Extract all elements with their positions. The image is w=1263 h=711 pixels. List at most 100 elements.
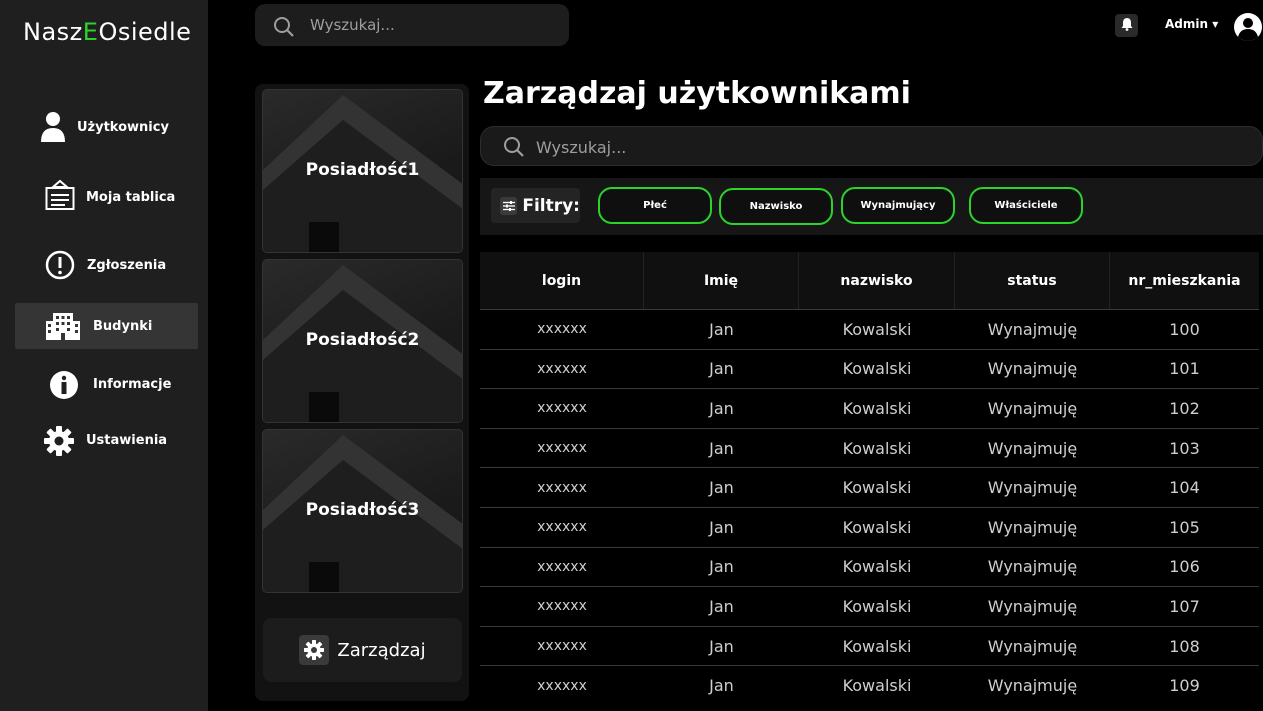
- cell-login: xxxxxx: [537, 638, 587, 655]
- gear-icon: [44, 426, 74, 456]
- cell-login: xxxxxx: [537, 440, 587, 457]
- logo-accent: E: [82, 18, 99, 46]
- cell-first-name: Jan: [709, 676, 734, 696]
- cell-login: xxxxxx: [537, 519, 587, 536]
- user-menu-dropdown[interactable]: Admin ▾: [1165, 17, 1218, 31]
- sidebar: NaszEOsiedle Użytkownicy Moja tablica Zg…: [0, 0, 208, 711]
- cell-apartment: 108: [1169, 636, 1200, 656]
- cell-apartment: 107: [1169, 596, 1200, 616]
- sidebar-item-label: Budynki: [93, 318, 153, 334]
- cell-status: Wynajmuję: [987, 557, 1078, 577]
- cell-apartment: 104: [1169, 478, 1200, 498]
- cell-surname: Kowalski: [842, 478, 912, 498]
- filters-label[interactable]: Filtry:: [491, 188, 580, 223]
- column-header-first-name[interactable]: Imię: [644, 252, 799, 309]
- top-search-bar[interactable]: [255, 4, 569, 46]
- table-row[interactable]: xxxxxx Jan Kowalski Wynajmuję 104: [480, 467, 1259, 507]
- top-search-input[interactable]: [310, 12, 550, 38]
- cell-status: Wynajmuję: [987, 676, 1078, 696]
- sidebar-item-board[interactable]: Moja tablica: [15, 174, 198, 220]
- app-logo[interactable]: NaszEOsiedle: [23, 18, 191, 46]
- cell-status: Wynajmuję: [987, 398, 1078, 418]
- manage-button[interactable]: Zarządzaj: [263, 618, 462, 682]
- filter-chip-gender[interactable]: Płeć: [598, 187, 712, 224]
- sidebar-item-label: Zgłoszenia: [87, 257, 167, 273]
- cell-status: Wynajmuję: [987, 478, 1078, 498]
- cell-first-name: Jan: [709, 596, 734, 616]
- user-icon: [40, 111, 66, 143]
- property-card[interactable]: Posiadłość3: [262, 429, 463, 593]
- cell-first-name: Jan: [709, 398, 734, 418]
- cell-login: xxxxxx: [537, 400, 587, 417]
- cell-status: Wynajmuję: [987, 517, 1078, 537]
- table-row[interactable]: xxxxxx Jan Kowalski Wynajmuję 106: [480, 546, 1259, 587]
- table-row[interactable]: xxxxxx Jan Kowalski Wynajmuję 107: [480, 586, 1259, 626]
- table-row[interactable]: xxxxxx Jan Kowalski Wynajmuję 102: [480, 388, 1259, 428]
- cell-status: Wynajmuję: [987, 596, 1078, 616]
- property-label: Posiadłość2: [305, 330, 420, 350]
- cell-surname: Kowalski: [842, 359, 912, 379]
- cell-surname: Kowalski: [842, 636, 912, 656]
- cell-login: xxxxxx: [537, 321, 587, 338]
- filter-chip-tenants[interactable]: Wynajmujący: [841, 187, 955, 224]
- filters-bar: Filtry: Płeć Nazwisko Wynajmujący Właści…: [480, 178, 1263, 235]
- cell-status: Wynajmuję: [987, 438, 1078, 458]
- cell-surname: Kowalski: [842, 557, 912, 577]
- table-row[interactable]: xxxxxx Jan Kowalski Wynajmuję 100: [480, 309, 1259, 349]
- sliders-icon: [500, 196, 518, 215]
- cell-status: Wynajmuję: [987, 359, 1078, 379]
- filter-chip-owners[interactable]: Właściciele: [969, 187, 1083, 224]
- cell-apartment: 106: [1169, 557, 1200, 577]
- table-header: login Imię nazwisko status nr_mieszkania: [480, 252, 1259, 309]
- cell-login: xxxxxx: [537, 558, 587, 575]
- alert-icon: [45, 250, 75, 280]
- cell-status: Wynajmuję: [987, 636, 1078, 656]
- users-table: login Imię nazwisko status nr_mieszkania…: [480, 252, 1259, 705]
- property-card[interactable]: Posiadłość1: [262, 89, 463, 253]
- logo-suffix: Osiedle: [98, 18, 192, 46]
- page-title: Zarządzaj użytkownikami: [483, 76, 911, 111]
- user-search-input[interactable]: [536, 134, 1136, 160]
- cell-apartment: 109: [1169, 676, 1200, 696]
- property-card[interactable]: Posiadłość2: [262, 259, 463, 423]
- cell-apartment: 105: [1169, 517, 1200, 537]
- filters-label-text: Filtry:: [522, 195, 580, 216]
- cell-status: Wynajmuję: [987, 319, 1078, 339]
- cell-login: xxxxxx: [537, 479, 587, 496]
- board-icon: [45, 179, 75, 211]
- table-row[interactable]: xxxxxx Jan Kowalski Wynajmuję 109: [480, 665, 1259, 705]
- column-header-apartment[interactable]: nr_mieszkania: [1110, 252, 1259, 309]
- column-header-status[interactable]: status: [955, 252, 1110, 309]
- sidebar-item-label: Informacje: [93, 376, 172, 392]
- search-icon: [503, 136, 525, 162]
- notifications-button[interactable]: [1115, 14, 1138, 37]
- cell-first-name: Jan: [709, 636, 734, 656]
- sidebar-item-buildings[interactable]: Budynki: [15, 303, 198, 349]
- avatar[interactable]: [1233, 12, 1263, 42]
- cell-first-name: Jan: [709, 478, 734, 498]
- column-header-login[interactable]: login: [480, 252, 644, 309]
- property-label: Posiadłość3: [305, 500, 420, 520]
- table-row[interactable]: xxxxxx Jan Kowalski Wynajmuję 101: [480, 348, 1259, 389]
- cell-first-name: Jan: [709, 438, 734, 458]
- table-row[interactable]: xxxxxx Jan Kowalski Wynajmuję 103: [480, 427, 1259, 468]
- filter-chip-surname[interactable]: Nazwisko: [719, 188, 833, 225]
- table-row[interactable]: xxxxxx Jan Kowalski Wynajmuję 108: [480, 625, 1259, 666]
- sidebar-item-label: Użytkownicy: [77, 119, 169, 135]
- user-search-bar[interactable]: [480, 126, 1263, 166]
- cell-apartment: 103: [1169, 438, 1200, 458]
- cell-surname: Kowalski: [842, 438, 912, 458]
- sidebar-item-users[interactable]: Użytkownicy: [15, 104, 198, 150]
- sidebar-item-info[interactable]: Informacje: [15, 361, 198, 407]
- table-body: xxxxxx Jan Kowalski Wynajmuję 100 xxxxxx Jan Ko…: [480, 309, 1259, 705]
- cell-surname: Kowalski: [842, 517, 912, 537]
- table-row[interactable]: xxxxxx Jan Kowalski Wynajmuję 105: [480, 506, 1259, 547]
- manage-button-label: Zarządzaj: [337, 639, 426, 661]
- sidebar-item-label: Moja tablica: [86, 189, 176, 205]
- cell-first-name: Jan: [709, 517, 734, 537]
- cell-surname: Kowalski: [842, 319, 912, 339]
- sidebar-item-reports[interactable]: Zgłoszenia: [15, 242, 198, 288]
- column-header-surname[interactable]: nazwisko: [799, 252, 955, 309]
- sidebar-item-settings[interactable]: Ustawienia: [15, 417, 198, 463]
- cell-login: xxxxxx: [537, 598, 587, 615]
